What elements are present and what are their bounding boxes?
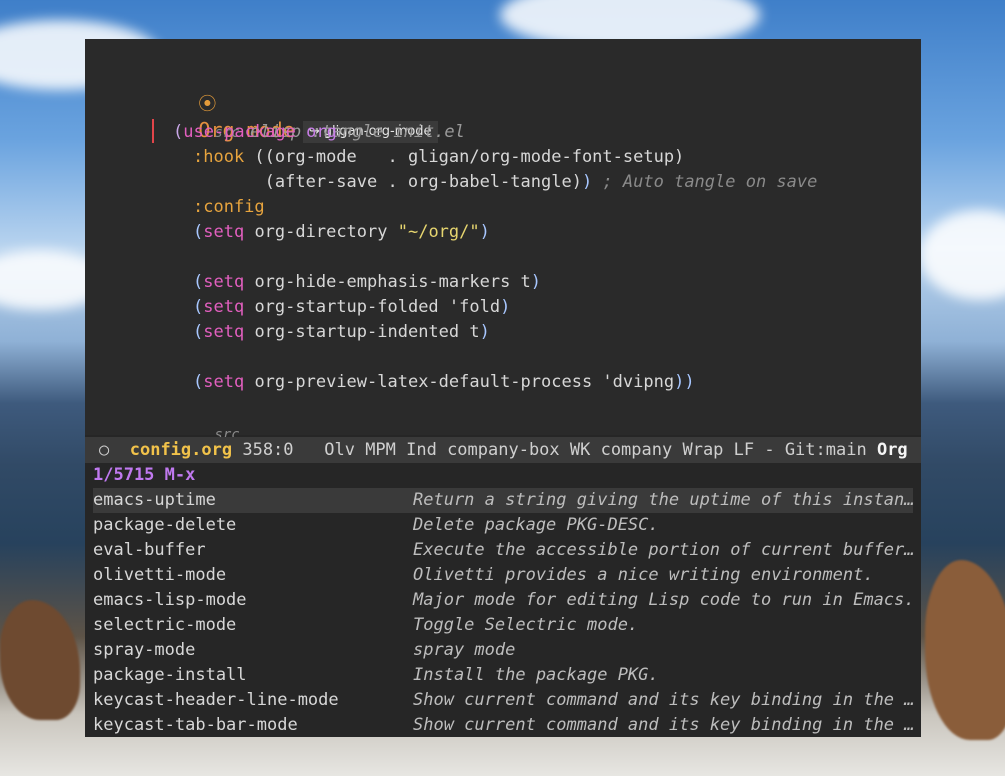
candidate-name: package-install [93,665,247,685]
code-token: :hook [193,147,245,167]
code-token: setq [203,322,245,342]
code-token: setq [203,222,245,242]
editor-buffer[interactable]: ⦿ Org mode ↪ gligan-org-mode src elisp :t… [85,39,921,443]
candidate-description: Olivetti provides a nice writing environ… [413,565,874,585]
code-token: (after-save . org-babel-tangle) [193,172,582,192]
code-token: org-startup-indented t [244,322,480,342]
candidate-name: emacs-uptime [93,490,216,510]
code-line[interactable]: :config [193,195,265,220]
emacs-frame: ⦿ Org mode ↪ gligan-org-mode src elisp :t… [85,39,921,737]
candidate-row[interactable]: selectric-mode Toggle Selectric mode. [93,613,913,638]
code-line[interactable]: :hook ((org-mode . gligan/org-mode-font-… [193,145,684,170]
candidate-row[interactable]: keycast-header-line-mode Show current com… [93,688,915,713]
background-rock [925,560,1005,740]
background-cloud [920,210,1005,300]
candidate-name: olivetti-mode [93,565,227,585]
mode-line: ○ config.org 358:0 Olv MPM Ind company-b… [85,437,921,463]
code-token: )) [674,372,695,392]
code-token: org-preview-latex-default-process 'dvipn… [244,372,675,392]
candidate-description: Show current command and its key binding… [413,715,915,735]
candidate-description: Major mode for editing Lisp code to run … [413,590,915,610]
cursor-position: 358:0 [242,440,294,460]
code-line[interactable]: (after-save . org-babel-tangle)) ; Auto … [193,170,818,195]
code-token: "~/org/" [397,222,480,242]
mx-prompt[interactable]: 1/5715 M-x [93,463,195,488]
candidate-row[interactable]: package-delete Delete package PKG-DESC. [93,513,913,538]
code-token: ( [193,372,204,392]
src-end-line: src [153,397,239,443]
candidate-name: package-delete [93,515,237,535]
code-token: org [306,122,337,142]
code-token: ((org-mode . gligan/org-mode-font-setup) [244,147,685,167]
major-mode[interactable]: Org [877,440,908,460]
candidate-row[interactable]: package-install Install the package PKG. [93,663,913,688]
candidate-row[interactable]: eval-buffer Execute the accessible portio… [93,538,915,563]
code-token: ; Auto tangle on save [602,172,818,192]
candidate-name: keycast-tab-bar-mode [93,715,298,735]
code-token: ( [193,322,204,342]
code-token: ) [479,222,490,242]
buffer-name[interactable]: config.org [130,440,232,460]
fringe-marker [152,119,154,143]
candidate-description: spray mode [413,640,516,660]
code-line[interactable]: (setq org-preview-latex-default-process … [193,370,695,395]
minibuffer[interactable]: 1/5715 M-x emacs-uptime Return a string g… [85,463,921,737]
candidate-description: Delete package PKG-DESC. [413,515,659,535]
code-token: ) [500,297,511,317]
candidate-name: emacs-lisp-mode [93,590,247,610]
code-token: setq [203,297,245,317]
candidate-description: Execute the accessible portion of curren… [413,540,915,560]
code-line[interactable]: (setq org-directory "~/org/") [193,220,490,245]
candidate-description: Return a string giving the uptime of thi… [413,490,915,510]
code-token: ( [193,297,204,317]
candidate-description: Toggle Selectric mode. [413,615,639,635]
code-token: ) [581,172,593,192]
candidate-description: Install the package PKG. [413,665,659,685]
candidate-description: Show current command and its key binding… [413,690,915,710]
candidate-name: selectric-mode [93,615,237,635]
candidate-name: keycast-header-line-mode [93,690,339,710]
code-token: ) [530,272,542,292]
code-token: ( [193,272,204,292]
candidate-row[interactable]: emacs-uptime Return a string giving the u… [93,488,915,513]
code-token: ( [173,122,184,142]
code-token: setq [203,372,245,392]
code-token: use-package [183,122,296,142]
code-token: :config [193,197,265,217]
code-line[interactable]: (setq org-startup-indented t) [193,320,490,345]
candidate-row[interactable]: emacs-lisp-mode Major mode for editing Li… [93,588,915,613]
candidate-row[interactable]: spray-mode spray mode [93,638,913,663]
code-token: ( [193,222,204,242]
code-token: org-directory [244,222,398,242]
code-token: ) [479,322,490,342]
minor-modes[interactable]: Olv MPM Ind company-box WK company Wrap … [324,440,866,460]
src-begin-line: src elisp :tangle init.el [153,95,464,142]
code-token: org-hide-emphasis-markers t [244,272,531,292]
code-token: org-startup-folded 'fold [244,297,501,317]
candidate-row[interactable]: keycast-tab-bar-mode Show current command… [93,713,915,737]
candidate-name: spray-mode [93,640,196,660]
org-heading[interactable]: ⦿ Org mode ↪ gligan-org-mode [137,67,438,143]
background-rock [0,600,80,720]
candidate-name: eval-buffer [93,540,206,560]
candidate-row[interactable]: olivetti-mode Olivetti provides a nice wr… [93,563,913,588]
code-token: setq [203,272,245,292]
code-line[interactable]: (setq org-hide-emphasis-markers t) [193,270,541,295]
code-line[interactable]: (setq org-startup-folded 'fold) [193,295,510,320]
code-line[interactable]: (use-package org [173,120,337,145]
modeline-indicator-icon: ○ [99,440,110,460]
